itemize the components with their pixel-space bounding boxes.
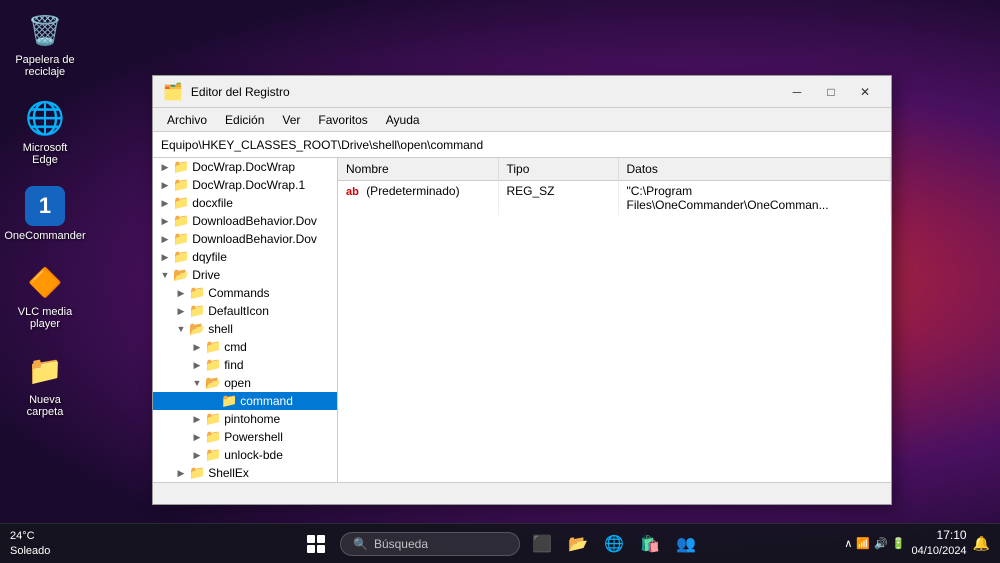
window-controls: ─ □ ✕ bbox=[781, 80, 881, 104]
address-path-text[interactable]: Equipo\HKEY_CLASSES_ROOT\Drive\shell\ope… bbox=[161, 138, 883, 152]
edge-icon[interactable]: 🌐 Microsoft Edge bbox=[10, 98, 80, 166]
tree-item-shellex[interactable]: ▶ 📁 ShellEx bbox=[153, 464, 337, 482]
terminal-taskbar-icon[interactable]: ⬛ bbox=[528, 530, 556, 558]
menu-ver[interactable]: Ver bbox=[274, 111, 308, 129]
search-placeholder: Búsqueda bbox=[374, 537, 428, 551]
desktop: 🗑️ Papelera de reciclaje 🌐 Microsoft Edg… bbox=[0, 0, 1000, 563]
vlc-icon[interactable]: 🔶 VLC media player bbox=[10, 262, 80, 330]
taskbar: 24°C Soleado 🔍 Búsqueda ⬛ 📂 🌐 🛍️ 👥 ∧ 📶 bbox=[0, 523, 1000, 563]
menu-archivo[interactable]: Archivo bbox=[159, 111, 215, 129]
close-button[interactable]: ✕ bbox=[849, 80, 881, 104]
tree-item-drive[interactable]: ▼ 📂 Drive bbox=[153, 266, 337, 284]
window-title: 🗂️ Editor del Registro bbox=[163, 82, 290, 102]
window-titlebar: 🗂️ Editor del Registro ─ □ ✕ bbox=[153, 76, 891, 108]
tree-item-defaulticon[interactable]: ▶ 📁 DefaultIcon bbox=[153, 302, 337, 320]
tree-item-open[interactable]: ▼ 📂 open bbox=[153, 374, 337, 392]
tree-item-commands[interactable]: ▶ 📁 Commands bbox=[153, 284, 337, 302]
minimize-button[interactable]: ─ bbox=[781, 80, 813, 104]
chevron-up-icon[interactable]: ∧ bbox=[844, 537, 852, 550]
tree-item-unlockbde[interactable]: ▶ 📁 unlock-bde bbox=[153, 446, 337, 464]
registry-editor-window: 🗂️ Editor del Registro ─ □ ✕ Archivo Edi… bbox=[152, 75, 892, 505]
tree-item-docxfile[interactable]: ▶ 📁 docxfile bbox=[153, 194, 337, 212]
tree-item-dqyfile[interactable]: ▶ 📁 dqyfile bbox=[153, 248, 337, 266]
detail-panel: Nombre Tipo Datos ab (Predeterminado) RE… bbox=[338, 158, 891, 482]
tree-item-shell[interactable]: ▼ 📂 shell bbox=[153, 320, 337, 338]
window-body: ▶ 📁 DocWrap.DocWrap ▶ 📁 DocWrap.DocWrap.… bbox=[153, 158, 891, 482]
search-bar[interactable]: 🔍 Búsqueda bbox=[340, 532, 520, 556]
maximize-button[interactable]: □ bbox=[815, 80, 847, 104]
tree-item-downloadbehavior1[interactable]: ▶ 📁 DownloadBehavior.Dov bbox=[153, 212, 337, 230]
cell-datos: "C:\Program Files\OneCommander\OneComman… bbox=[618, 181, 891, 216]
clock[interactable]: 17:10 04/10/2024 bbox=[912, 527, 967, 559]
tree-item-cmd[interactable]: ▶ 📁 cmd bbox=[153, 338, 337, 356]
search-icon: 🔍 bbox=[353, 537, 368, 551]
tree-panel[interactable]: ▶ 📁 DocWrap.DocWrap ▶ 📁 DocWrap.DocWrap.… bbox=[153, 158, 338, 482]
menu-edicion[interactable]: Edición bbox=[217, 111, 272, 129]
taskbar-center: 🔍 Búsqueda ⬛ 📂 🌐 🛍️ 👥 bbox=[300, 528, 700, 560]
explorer-taskbar-icon[interactable]: 📂 bbox=[564, 530, 592, 558]
volume-icon[interactable]: 🔊 bbox=[874, 537, 888, 550]
ab-icon: ab bbox=[346, 186, 359, 198]
window-title-text: Editor del Registro bbox=[191, 85, 290, 99]
store-taskbar-icon[interactable]: 🛍️ bbox=[636, 530, 664, 558]
tree-item-docwrap1[interactable]: ▶ 📁 DocWrap.DocWrap bbox=[153, 158, 337, 176]
start-button[interactable] bbox=[300, 528, 332, 560]
battery-icon: 🔋 bbox=[892, 537, 906, 550]
menu-ayuda[interactable]: Ayuda bbox=[378, 111, 428, 129]
tree-item-downloadbehavior2[interactable]: ▶ 📁 DownloadBehavior.Dov bbox=[153, 230, 337, 248]
menu-favoritos[interactable]: Favoritos bbox=[310, 111, 375, 129]
windows-logo-icon bbox=[307, 535, 325, 553]
tree-item-command[interactable]: 📁 command bbox=[153, 392, 337, 410]
time-display: 17:10 bbox=[912, 527, 967, 544]
tree-item-powershell[interactable]: ▶ 📁 Powershell bbox=[153, 428, 337, 446]
new-folder-icon[interactable]: 📁 Nueva carpeta bbox=[10, 350, 80, 418]
col-tipo: Tipo bbox=[498, 158, 618, 181]
col-datos: Datos bbox=[618, 158, 891, 181]
cell-nombre: ab (Predeterminado) bbox=[338, 181, 498, 216]
teams-taskbar-icon[interactable]: 👥 bbox=[672, 530, 700, 558]
wifi-icon: 📶 bbox=[856, 537, 870, 550]
weather-info: 24°C Soleado bbox=[10, 529, 50, 558]
temperature: 24°C Soleado bbox=[10, 529, 50, 558]
desktop-icons: 🗑️ Papelera de reciclaje 🌐 Microsoft Edg… bbox=[10, 10, 80, 418]
tree-item-find[interactable]: ▶ 📁 find bbox=[153, 356, 337, 374]
edge-taskbar-icon[interactable]: 🌐 bbox=[600, 530, 628, 558]
tree-item-docwrap2[interactable]: ▶ 📁 DocWrap.DocWrap.1 bbox=[153, 176, 337, 194]
notification-icon[interactable]: 🔔 bbox=[973, 535, 990, 552]
table-row[interactable]: ab (Predeterminado) REG_SZ "C:\Program F… bbox=[338, 181, 891, 216]
address-bar: Equipo\HKEY_CLASSES_ROOT\Drive\shell\ope… bbox=[153, 132, 891, 158]
onecommander-icon[interactable]: 1 OneCommander bbox=[10, 186, 80, 242]
status-bar bbox=[153, 482, 891, 504]
tree-item-pintohome[interactable]: ▶ 📁 pintohome bbox=[153, 410, 337, 428]
date-display: 04/10/2024 bbox=[912, 544, 967, 559]
registry-icon: 🗂️ bbox=[163, 82, 183, 102]
menubar: Archivo Edición Ver Favoritos Ayuda bbox=[153, 108, 891, 132]
taskbar-right: ∧ 📶 🔊 🔋 17:10 04/10/2024 🔔 bbox=[844, 527, 990, 559]
col-nombre: Nombre bbox=[338, 158, 498, 181]
registry-table: Nombre Tipo Datos ab (Predeterminado) RE… bbox=[338, 158, 891, 215]
system-tray-icons: ∧ 📶 🔊 🔋 bbox=[844, 537, 905, 550]
cell-tipo: REG_SZ bbox=[498, 181, 618, 216]
taskbar-left: 24°C Soleado bbox=[10, 529, 50, 558]
recycle-bin-icon[interactable]: 🗑️ Papelera de reciclaje bbox=[10, 10, 80, 78]
